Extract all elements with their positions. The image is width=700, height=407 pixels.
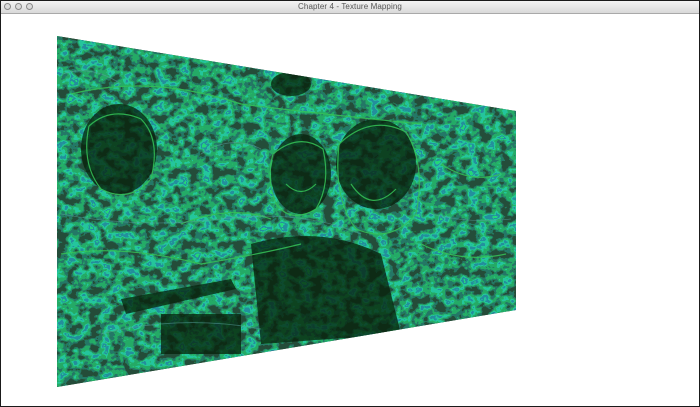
window-title: Chapter 4 - Texture Mapping bbox=[298, 2, 402, 11]
texture-quad bbox=[57, 36, 516, 387]
opengl-canvas[interactable] bbox=[1, 14, 699, 406]
app-window: Chapter 4 - Texture Mapping bbox=[0, 0, 700, 407]
title-bar[interactable]: Chapter 4 - Texture Mapping bbox=[1, 1, 699, 14]
texture-mapped-quad-svg bbox=[57, 36, 516, 387]
